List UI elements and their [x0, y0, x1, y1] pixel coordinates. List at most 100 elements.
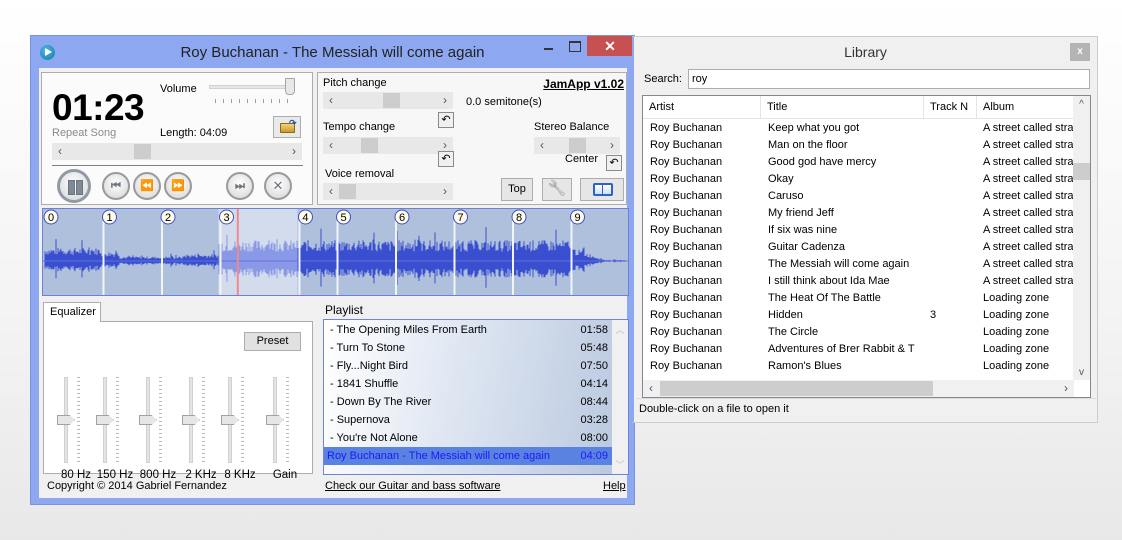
eq-slider-thumb[interactable] [96, 415, 114, 425]
maximize-button[interactable] [561, 36, 587, 56]
settings-button[interactable]: 🔧 [542, 178, 572, 201]
library-horizontal-scrollbar[interactable]: ‹ › [643, 380, 1074, 397]
repeat-mode-toggle[interactable]: Repeat Song [52, 127, 116, 139]
next-button[interactable]: ⏭ [226, 172, 254, 200]
open-file-button[interactable]: ↷ [273, 116, 301, 138]
waveform-view[interactable]: 0 1 2 3 4 5 6 7 8 9 [42, 208, 629, 296]
pause-button[interactable] [57, 169, 91, 203]
table-row[interactable]: Roy Buchanan Guitar Cadenza A street calle… [643, 239, 1074, 256]
table-row[interactable]: Roy Buchanan My friend Jeff A street calle… [643, 205, 1074, 222]
table-row[interactable]: Roy Buchanan Keep what you got A street ca… [643, 120, 1074, 137]
library-vertical-scrollbar[interactable]: ^ v [1073, 96, 1090, 380]
stereo-balance-slider[interactable]: ‹ › [534, 137, 620, 154]
chevron-left-icon[interactable]: ‹ [323, 137, 339, 154]
column-header[interactable]: Track N [924, 96, 977, 119]
marker-label: 6 [399, 212, 405, 224]
library-table[interactable]: Artist Title Track N Album Roy Buchanan Keep… [642, 95, 1091, 398]
column-header[interactable]: Album [977, 96, 1077, 119]
library-close-button[interactable]: x [1070, 43, 1090, 61]
rewind-button[interactable]: ⏪ [133, 172, 161, 200]
stop-button[interactable]: ✕ [264, 172, 292, 200]
playlist-item[interactable]: - The Opening Miles From Earth 01:58 [324, 321, 612, 339]
chevron-left-icon[interactable]: ‹ [323, 183, 339, 200]
column-header[interactable]: Artist [643, 96, 761, 119]
table-row[interactable]: Roy Buchanan The Messiah will come again A… [643, 256, 1074, 273]
pitch-reset-button[interactable]: ↶ [438, 112, 454, 128]
tempo-reset-button[interactable]: ↶ [438, 151, 454, 167]
library-button[interactable] [580, 178, 624, 201]
stereo-reset-button[interactable]: ↶ [606, 155, 622, 171]
chevron-left-icon[interactable]: ‹ [643, 380, 659, 397]
table-row[interactable]: Roy Buchanan Hidden 3 Loading zone [643, 307, 1074, 324]
guitar-software-link[interactable]: Check our Guitar and bass software [325, 480, 500, 492]
column-header[interactable]: Title [761, 96, 924, 119]
horizontal-scroll-thumb[interactable] [660, 381, 933, 396]
artist-cell: Roy Buchanan [650, 326, 723, 338]
voice-removal-slider[interactable]: ‹ › [323, 183, 453, 200]
playlist-item[interactable]: - Down By The River 08:44 [324, 393, 612, 411]
track-duration: 07:50 [580, 360, 608, 372]
arrow-icon: ↷ [289, 118, 297, 128]
preset-button[interactable]: Preset [244, 332, 301, 351]
chevron-down-icon[interactable]: ﹀ [612, 458, 628, 471]
table-row[interactable]: Roy Buchanan If six was nine A street call… [643, 222, 1074, 239]
tempo-slider[interactable]: ‹ › [323, 137, 453, 154]
chevron-up-icon[interactable]: ^ [1073, 99, 1090, 110]
table-row[interactable]: Roy Buchanan The Circle Loading zone [643, 324, 1074, 341]
playlist-item[interactable]: - Turn To Stone 05:48 [324, 339, 612, 357]
chevron-right-icon[interactable]: › [604, 137, 620, 154]
app-title-link[interactable]: JamApp v1.02 [543, 77, 624, 91]
chevron-up-icon[interactable]: ︿ [612, 323, 628, 336]
fast-forward-button[interactable]: ⏩ [164, 172, 192, 200]
voice-thumb[interactable] [339, 184, 356, 199]
chevron-left-icon[interactable]: ‹ [52, 143, 68, 160]
table-row[interactable]: Roy Buchanan Good god have mercy A street … [643, 154, 1074, 171]
chevron-down-icon[interactable]: v [1073, 367, 1090, 378]
search-input[interactable] [688, 69, 1090, 89]
always-on-top-button[interactable]: Top [501, 178, 533, 201]
close-button[interactable]: ✕ [587, 36, 633, 56]
playlist-item[interactable]: - Fly...Night Bird 07:50 [324, 357, 612, 375]
playlist-item[interactable]: - Supernova 03:28 [324, 411, 612, 429]
eq-slider-thumb[interactable] [221, 415, 239, 425]
table-row[interactable]: Roy Buchanan The Heat Of The Battle Loadin… [643, 290, 1074, 307]
table-row[interactable]: Roy Buchanan Okay A street called stra [643, 171, 1074, 188]
chevron-left-icon[interactable]: ‹ [323, 92, 339, 109]
eq-band: 2 KHz [177, 365, 221, 481]
playlist-item[interactable]: Roy Buchanan - The Messiah will come aga… [324, 447, 612, 465]
previous-button[interactable]: ⏮ [102, 172, 130, 200]
pitch-slider[interactable]: ‹ › [323, 92, 453, 109]
table-row[interactable]: Roy Buchanan Adventures of Brer Rabbit & … [643, 341, 1074, 358]
eq-slider-thumb[interactable] [57, 415, 75, 425]
chevron-right-icon[interactable]: › [437, 183, 453, 200]
stereo-thumb[interactable] [569, 138, 586, 153]
eq-slider-thumb[interactable] [182, 415, 200, 425]
help-link[interactable]: Help [603, 480, 626, 492]
chevron-left-icon[interactable]: ‹ [534, 137, 550, 154]
table-row[interactable]: Roy Buchanan Man on the floor A street cal… [643, 137, 1074, 154]
position-thumb[interactable] [134, 144, 151, 159]
position-seekbar[interactable]: ‹ › [52, 143, 302, 160]
eq-slider-thumb[interactable] [139, 415, 157, 425]
tempo-thumb[interactable] [361, 138, 378, 153]
playlist[interactable]: - The Opening Miles From Earth 01:58 - Tur… [323, 319, 629, 475]
minimize-button[interactable] [535, 36, 561, 56]
eq-slider-thumb[interactable] [266, 415, 284, 425]
table-row[interactable]: Roy Buchanan Ramon's Blues Loading zone [643, 358, 1074, 375]
table-row[interactable]: Roy Buchanan I still think about Ida Mae A… [643, 273, 1074, 290]
pitch-thumb[interactable] [383, 93, 400, 108]
volume-ticks [215, 99, 295, 103]
chevron-right-icon[interactable]: › [1058, 380, 1074, 397]
playlist-scrollbar[interactable]: ︿ ﹀ [612, 320, 628, 474]
volume-slider-thumb[interactable] [285, 78, 295, 95]
chevron-right-icon[interactable]: › [286, 143, 302, 160]
chevron-right-icon[interactable]: › [437, 92, 453, 109]
track-title: - Fly...Night Bird [330, 360, 409, 372]
playlist-item[interactable]: - You're Not Alone 08:00 [324, 429, 612, 447]
playlist-item[interactable]: - 1841 Shuffle 04:14 [324, 375, 612, 393]
pitch-label: Pitch change [323, 77, 387, 89]
table-row[interactable]: Roy Buchanan Caruso A street called stra [643, 188, 1074, 205]
vertical-scroll-thumb[interactable] [1073, 163, 1090, 180]
tab-equalizer[interactable]: Equalizer [43, 302, 101, 322]
volume-slider-track[interactable] [209, 85, 294, 89]
